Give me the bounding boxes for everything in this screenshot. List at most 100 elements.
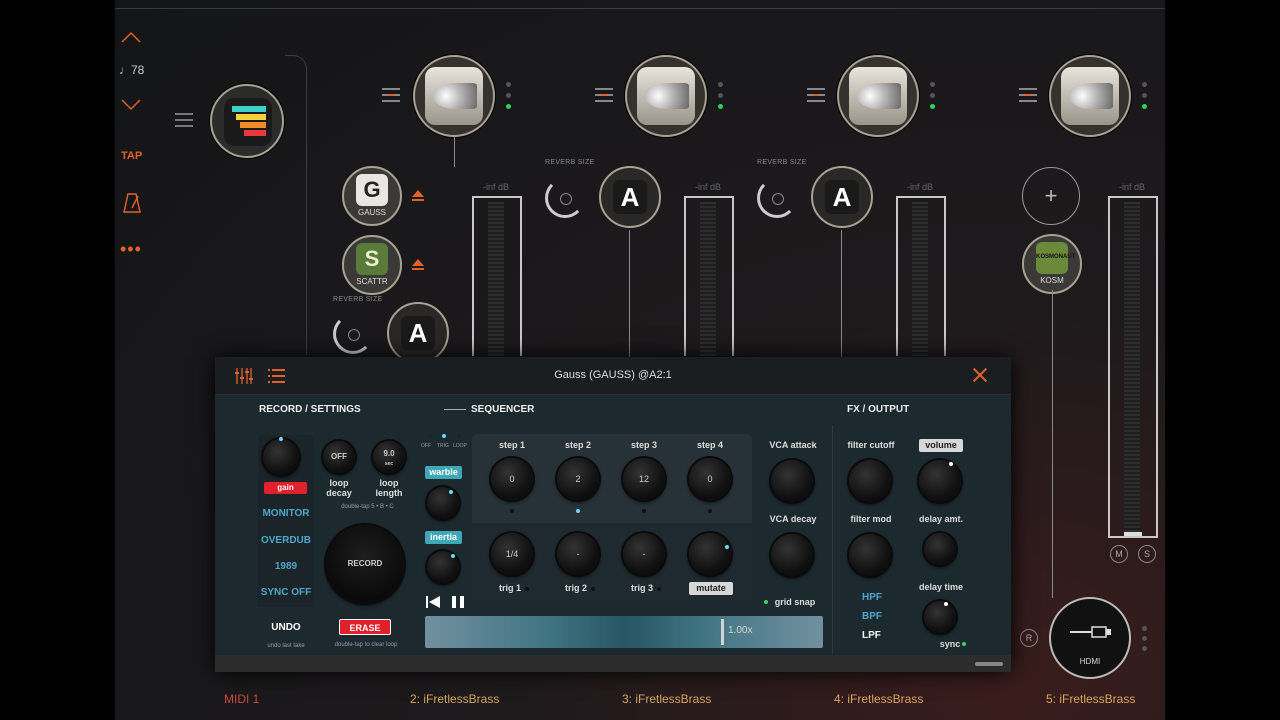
record-button[interactable]: RECORD: [326, 525, 404, 603]
main-menu-icon[interactable]: [175, 113, 193, 127]
seq-off-dot[interactable]: [428, 434, 432, 438]
track-label-5[interactable]: 5: iFretlessBrass: [1046, 692, 1135, 706]
track-3-fx-a[interactable]: A: [599, 166, 661, 228]
track-4-instrument[interactable]: [837, 55, 919, 137]
track-label-midi[interactable]: MIDI 1: [224, 692, 259, 706]
gain-button[interactable]: gain: [264, 482, 307, 494]
undo-button[interactable]: UNDO: [258, 622, 314, 633]
tempo-readout[interactable]: ♩78: [119, 63, 144, 77]
trig-2-knob[interactable]: -: [557, 533, 599, 575]
kosm-plugin[interactable]: KOSMONAUT KOSM: [1022, 234, 1082, 294]
inertia-knob[interactable]: [427, 551, 459, 583]
delay-time-knob[interactable]: [924, 601, 956, 633]
vca-attack-knob[interactable]: [771, 460, 813, 502]
bypass-arrow-icon[interactable]: [410, 188, 426, 202]
pause-icon[interactable]: [452, 596, 464, 608]
track-3-menu-icon[interactable]: [595, 88, 613, 102]
skip-back-icon[interactable]: [426, 596, 440, 608]
reverb-size-knob[interactable]: [757, 178, 797, 218]
volume-button[interactable]: volume: [919, 439, 963, 452]
undo-hint: undo last take: [267, 643, 305, 649]
trig-3-knob[interactable]: -: [623, 533, 665, 575]
fx-divider: [832, 425, 833, 653]
track-3-instrument[interactable]: [625, 55, 707, 137]
track-2-instrument[interactable]: [413, 55, 495, 137]
reverb-size-label: REVERB SIZE: [333, 296, 383, 303]
filter-cutoff-knob[interactable]: [849, 460, 891, 502]
track-4-level-meter[interactable]: [896, 196, 946, 356]
step-1-knob[interactable]: 0: [491, 458, 533, 500]
step-3-label: step 3: [630, 440, 657, 450]
solo-button[interactable]: S: [1138, 545, 1156, 563]
track-2-menu-icon[interactable]: [382, 88, 400, 102]
track-5-level-meter[interactable]: [1108, 196, 1158, 538]
vca-decay-knob[interactable]: [771, 534, 813, 576]
mutate-knob[interactable]: [689, 533, 731, 575]
inertia-button[interactable]: inertia: [425, 531, 462, 544]
gain-knob[interactable]: [263, 437, 299, 475]
chevron-down-icon[interactable]: [120, 94, 142, 116]
delay-amt-knob[interactable]: [924, 533, 956, 565]
add-plugin-button[interactable]: +: [1022, 167, 1080, 225]
window-header: Gauss (GAUSS) @A2:1: [215, 357, 1011, 395]
track-label-2[interactable]: 2: iFretlessBrass: [410, 692, 499, 706]
reverb-size-knob[interactable]: [545, 178, 585, 218]
erase-button[interactable]: ERASE: [339, 619, 391, 635]
track-2-fx-a[interactable]: A: [387, 302, 449, 364]
more-icon[interactable]: •••: [120, 240, 142, 258]
record-arm-button[interactable]: R: [1020, 629, 1038, 647]
scattr-plugin[interactable]: S SCATTR: [342, 235, 402, 295]
close-icon[interactable]: [972, 367, 988, 383]
loop-timeline[interactable]: 1.00x: [425, 616, 823, 648]
output-dots: [1142, 626, 1148, 657]
hpf-option[interactable]: HPF: [862, 592, 882, 603]
track-label-4[interactable]: 4: iFretlessBrass: [834, 692, 923, 706]
track-4-fx-a[interactable]: A: [811, 166, 873, 228]
track-3-level-meter[interactable]: [684, 196, 734, 356]
track-5-menu-icon[interactable]: [1019, 88, 1037, 102]
app-logo[interactable]: [210, 84, 284, 158]
reverb-size-knob[interactable]: [333, 314, 373, 354]
resize-handle[interactable]: [975, 662, 1003, 666]
mute-button[interactable]: M: [1110, 545, 1128, 563]
filter-mod-knob[interactable]: [849, 534, 891, 576]
lpf-option[interactable]: LPF: [862, 630, 881, 641]
seq-trig-dot[interactable]: [442, 434, 446, 438]
mutate-button[interactable]: mutate: [689, 582, 733, 595]
gauss-plugin[interactable]: G GAUSS: [342, 166, 402, 226]
step-2-knob[interactable]: 2: [557, 458, 599, 500]
trig-1-dot: [525, 587, 529, 591]
trig-1-knob[interactable]: 1/4: [491, 533, 533, 575]
hdmi-output[interactable]: HDMI: [1049, 597, 1131, 679]
sync-off-mode[interactable]: SYNC OFF: [256, 587, 316, 598]
warble-knob[interactable]: [427, 487, 459, 519]
step-4-knob[interactable]: 0: [689, 458, 731, 500]
loop-hint: double-tap 5 • B • C: [341, 504, 394, 510]
window-footer: [215, 655, 1011, 672]
chevron-up-icon[interactable]: [120, 26, 142, 48]
step-3-knob[interactable]: 12: [623, 458, 665, 500]
trig-3-dot: [657, 587, 661, 591]
step-2-label: step 2: [564, 440, 591, 450]
playhead[interactable]: [721, 619, 724, 645]
seq-loop-dot[interactable]: [457, 434, 461, 438]
vca-attack-label: VCA attack: [769, 440, 817, 450]
tap-tempo-button[interactable]: TAP: [121, 150, 142, 162]
metronome-icon[interactable]: [122, 192, 142, 214]
sync-toggle[interactable]: sync: [935, 639, 965, 649]
loop-length-knob[interactable]: 9.0 sec: [373, 441, 405, 473]
monitor-mode[interactable]: MONITOR: [256, 508, 316, 519]
grid-snap-toggle[interactable]: grid snap: [770, 597, 820, 607]
track-2-level-meter[interactable]: [472, 196, 522, 356]
volume-knob[interactable]: [919, 460, 961, 502]
overdub-mode[interactable]: OVERDUB: [256, 535, 316, 546]
1989-mode[interactable]: 1989: [256, 561, 316, 572]
bypass-arrow-icon[interactable]: [410, 257, 426, 271]
warble-button[interactable]: warble: [425, 466, 462, 479]
track-4-menu-icon[interactable]: [807, 88, 825, 102]
loop-decay-knob[interactable]: OFF: [323, 441, 355, 473]
track-5-instrument[interactable]: [1049, 55, 1131, 137]
step-1-dot: [510, 509, 514, 513]
track-label-3[interactable]: 3: iFretlessBrass: [622, 692, 711, 706]
bpf-option[interactable]: BPF: [862, 611, 882, 622]
